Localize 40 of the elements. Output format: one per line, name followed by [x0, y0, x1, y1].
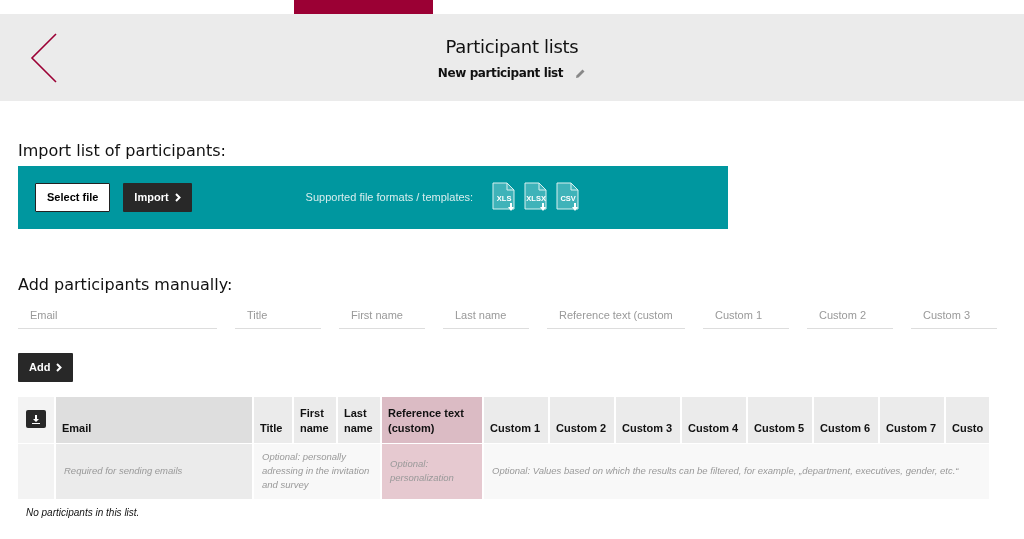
input-field[interactable]: Custom 1 [703, 302, 789, 330]
input-field[interactable]: First name [339, 302, 425, 330]
column-header[interactable]: First name [294, 396, 336, 443]
column-header[interactable]: Custo [946, 396, 990, 443]
column-header[interactable]: Custom 6 [814, 396, 878, 443]
back-button[interactable] [30, 33, 58, 83]
input-field[interactable]: Email [18, 302, 217, 330]
column-header[interactable]: Custom 1 [484, 396, 548, 443]
select-file-button[interactable]: Select file [35, 183, 111, 212]
page-title: Participant lists [445, 35, 579, 59]
section-heading: Import list of participants: [18, 141, 227, 161]
column-header[interactable]: Email [56, 396, 252, 443]
input-field[interactable]: Custom 3 [911, 302, 997, 330]
column-header[interactable]: Title [254, 396, 292, 443]
hint-cell: Optional: personally adressing in the invitation and survey [254, 443, 380, 499]
hint-cell: Optional: Values based on which the results can be filtered, for example, „department, executives, gender, etc.“ [484, 443, 990, 499]
column-header[interactable]: Custom 5 [748, 396, 812, 443]
input-field[interactable]: Custom 2 [807, 302, 893, 330]
input-field[interactable]: Reference text (custom [547, 302, 685, 330]
column-header[interactable]: Last name [338, 396, 380, 443]
section-heading: Add participants manually: [18, 275, 234, 295]
chevron-right-icon [174, 193, 181, 203]
chevron-right-icon [56, 363, 63, 373]
list-name: New participant list [437, 65, 564, 82]
hint-cell: Optional: personalization [382, 443, 482, 499]
download-button[interactable] [26, 409, 46, 428]
input-field[interactable]: Last name [443, 302, 529, 330]
empty-message: No participants in this list. [26, 505, 141, 520]
column-header[interactable]: Custom 3 [616, 396, 680, 443]
input-field[interactable]: Title [235, 302, 321, 330]
formats-label: Supported file formats / templates: [305, 190, 474, 206]
column-header[interactable]: Reference text (custom) [382, 396, 482, 443]
column-header[interactable]: Custom 4 [682, 396, 746, 443]
import-button[interactable]: Import [123, 183, 192, 212]
column-header[interactable]: Custom 2 [550, 396, 614, 443]
pencil-icon[interactable] [575, 67, 587, 79]
download-icon [31, 413, 41, 424]
hint-cell: Required for sending emails [56, 443, 252, 499]
add-button[interactable]: Add [18, 353, 74, 382]
column-header[interactable]: Custom 7 [880, 396, 944, 443]
